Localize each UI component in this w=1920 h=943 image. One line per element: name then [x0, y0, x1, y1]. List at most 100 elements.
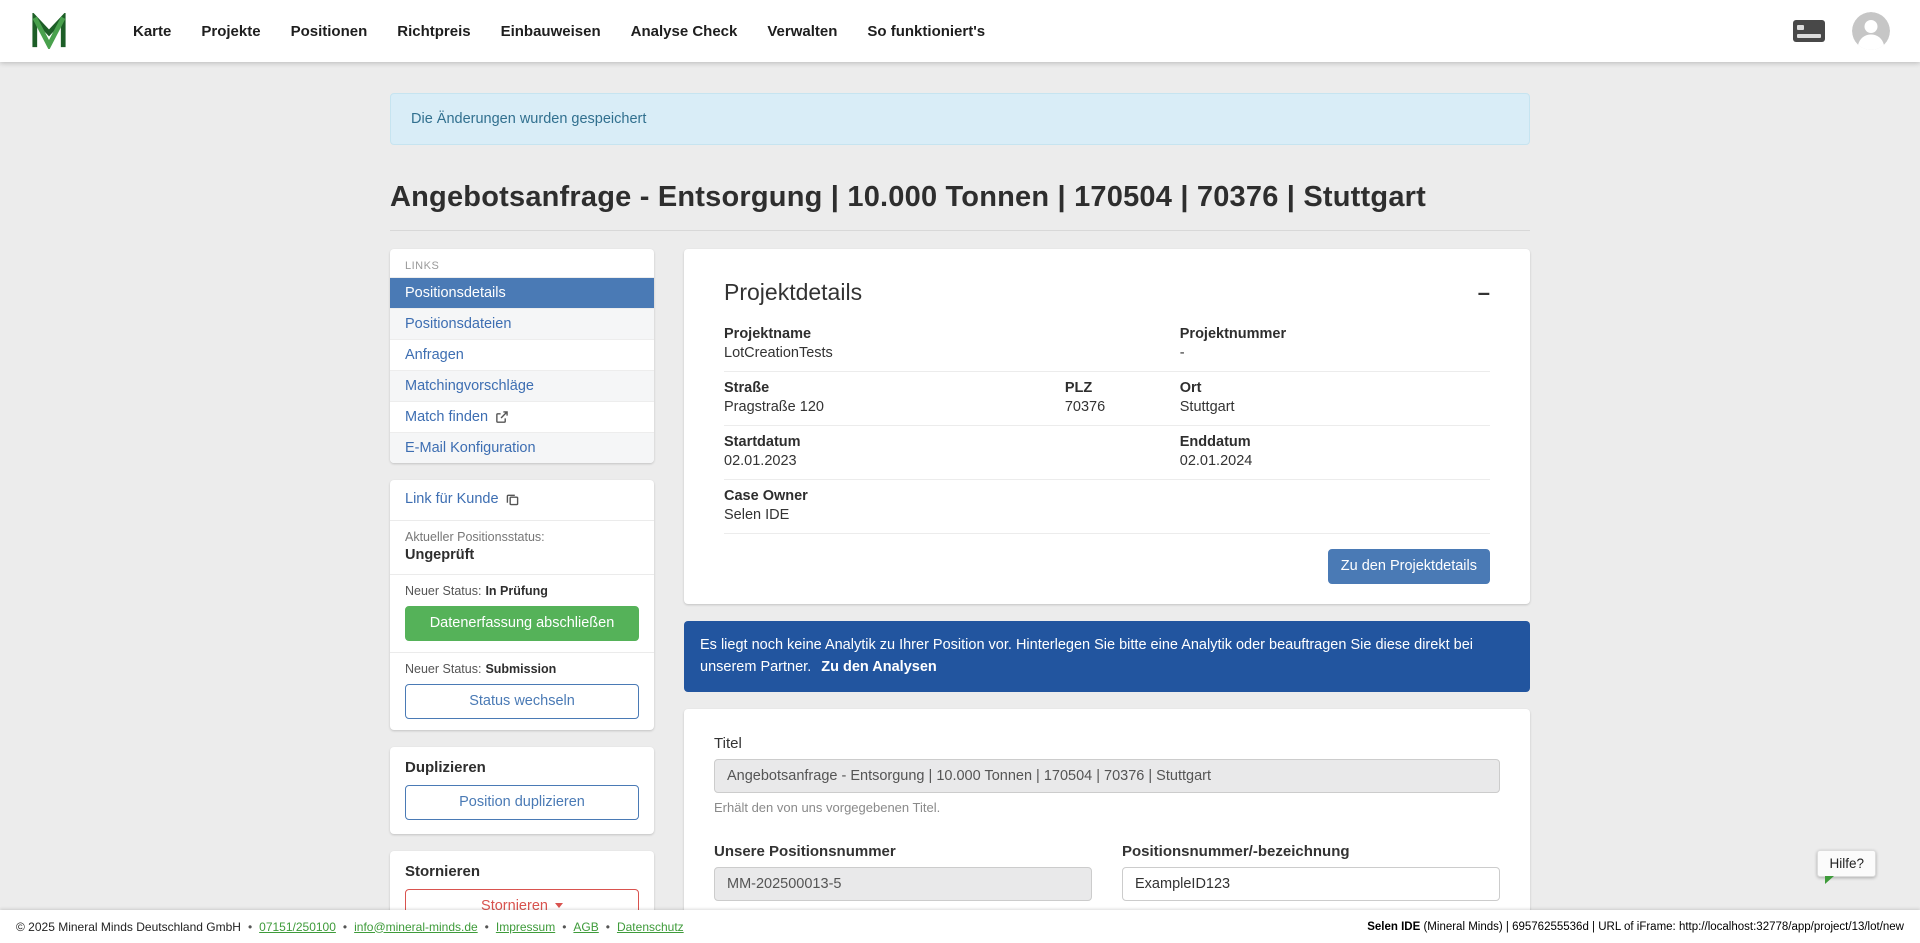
nav-item-verwalten[interactable]: Verwalten: [752, 14, 852, 49]
project-row: Projektname LotCreationTests Projektnumm…: [724, 318, 1490, 372]
footer-link-agb[interactable]: AGB: [573, 920, 598, 934]
sidebar-item-matchingvorschlaege[interactable]: Matchingvorschläge: [390, 370, 654, 401]
copy-icon: [506, 493, 519, 506]
next-status-label: Neuer Status:: [405, 584, 481, 598]
customer-link-section: Link für Kunde: [390, 480, 654, 520]
field-label: Projektname: [724, 326, 1180, 342]
nav-item-karte[interactable]: Karte: [118, 14, 186, 49]
footer-link-datenschutz[interactable]: Datenschutz: [617, 920, 684, 934]
project-field-start: Startdatum 02.01.2023: [724, 434, 1180, 469]
help-button-label: Hilfe?: [1829, 856, 1864, 871]
footer-session-info: Selen IDE (Mineral Minds) | 69576255536d…: [1367, 921, 1904, 933]
field-label: Ort: [1180, 380, 1490, 396]
field-value: 70376: [1065, 399, 1180, 415]
project-details-button[interactable]: Zu den Projektdetails: [1328, 549, 1490, 584]
nav-item-so-funktionierts[interactable]: So funktioniert's: [852, 14, 1000, 49]
field-label: Projektnummer: [1180, 326, 1490, 342]
mineral-minds-logo-icon[interactable]: [30, 13, 68, 49]
collapse-icon[interactable]: –: [1478, 282, 1490, 304]
title-field-help: Erhält den von uns vorgegebenen Titel.: [714, 800, 1500, 815]
help-bubble-tail-icon: [1825, 876, 1834, 884]
card-reader-icon[interactable]: [1792, 19, 1826, 43]
alert-message: Die Änderungen wurden gespeichert: [411, 111, 646, 127]
next-status-1-section: Neuer Status:In Prüfung Datenerfassung a…: [390, 574, 654, 652]
project-details-title: Projektdetails: [724, 279, 862, 306]
copyright-text: © 2025 Mineral Minds Deutschland GmbH: [16, 920, 241, 934]
project-field-plz: PLZ 70376: [1065, 380, 1180, 415]
switch-status-button[interactable]: Status wechseln: [405, 684, 639, 719]
separator-dot: •: [562, 920, 566, 934]
footer-user: Selen IDE: [1367, 921, 1420, 933]
cancel-title: Stornieren: [405, 863, 639, 880]
links-header: LINKS: [390, 249, 654, 277]
next-status-1-line: Neuer Status:In Prüfung: [405, 584, 639, 598]
field-value: Pragstraße 120: [724, 399, 1065, 415]
footer-link-email[interactable]: info@mineral-minds.de: [354, 920, 478, 934]
status-card: Link für Kunde Aktueller Positionsstatus…: [390, 480, 654, 730]
field-label: Startdatum: [724, 434, 1180, 450]
top-navbar: Karte Projekte Positionen Richtpreis Ein…: [0, 0, 1920, 62]
project-field-name: Projektname LotCreationTests: [724, 326, 1180, 361]
title-field: [714, 759, 1500, 793]
sidebar-item-positionsdetails[interactable]: Positionsdetails: [390, 277, 654, 308]
field-label: Case Owner: [724, 488, 808, 504]
main-column: Projektdetails – Projektname LotCreation…: [684, 249, 1530, 910]
field-value: Stuttgart: [1180, 399, 1490, 415]
project-row: Startdatum 02.01.2023 Enddatum 02.01.202…: [724, 426, 1490, 480]
field-value: Selen IDE: [724, 507, 808, 523]
duplicate-title: Duplizieren: [405, 759, 639, 776]
next-status-label: Neuer Status:: [405, 662, 481, 676]
position-number-field[interactable]: [1122, 867, 1500, 901]
sidebar-item-label: Positionsdetails: [405, 285, 506, 301]
project-field-number: Projektnummer -: [1180, 326, 1490, 361]
nav-item-positionen[interactable]: Positionen: [276, 14, 383, 49]
external-link-icon: [495, 411, 508, 424]
duplicate-card: Duplizieren Position duplizieren: [390, 747, 654, 834]
footer-link-impressum[interactable]: Impressum: [496, 920, 555, 934]
cancel-card: Stornieren Stornieren: [390, 851, 654, 910]
position-number-column: Positionsnummer/-bezeichnung Z.B. Intern…: [1122, 843, 1500, 910]
separator-dot: •: [248, 920, 252, 934]
page-title: Angebotsanfrage - Entsorgung | 10.000 To…: [390, 181, 1530, 214]
field-value: 02.01.2024: [1180, 453, 1490, 469]
help-button[interactable]: Hilfe?: [1817, 850, 1876, 877]
analytics-link[interactable]: Zu den Analysen: [821, 659, 936, 675]
project-field-owner: Case Owner Selen IDE: [724, 488, 808, 523]
footer-link-phone[interactable]: 07151/250100: [259, 920, 336, 934]
analytics-banner: Es liegt noch keine Analytik zu Ihrer Po…: [684, 621, 1530, 693]
sidebar-item-match-finden[interactable]: Match finden: [390, 401, 654, 432]
sidebar-links-card: LINKS Positionsdetails Positionsdateien …: [390, 249, 654, 463]
current-status-section: Aktueller Positionsstatus: Ungeprüft: [390, 520, 654, 574]
success-alert: Die Änderungen wurden gespeichert: [390, 93, 1530, 145]
field-label: Enddatum: [1180, 434, 1490, 450]
nav-item-einbauweisen[interactable]: Einbauweisen: [486, 14, 616, 49]
analytics-message: Es liegt noch keine Analytik zu Ihrer Po…: [700, 637, 1473, 675]
field-value: 02.01.2023: [724, 453, 1180, 469]
next-status-value: Submission: [485, 662, 556, 676]
caret-down-icon: [555, 903, 563, 908]
sidebar-item-label: Matchingvorschläge: [405, 378, 534, 394]
sidebar-item-positionsdateien[interactable]: Positionsdateien: [390, 308, 654, 339]
nav-item-richtpreis[interactable]: Richtpreis: [382, 14, 485, 49]
project-row: Case Owner Selen IDE: [724, 480, 1490, 534]
next-status-2-line: Neuer Status: Submission: [405, 662, 639, 676]
nav-item-projekte[interactable]: Projekte: [186, 14, 275, 49]
field-label: Straße: [724, 380, 1065, 396]
our-number-label: Unsere Positionsnummer: [714, 843, 1092, 860]
current-status-label: Aktueller Positionsstatus:: [405, 530, 639, 544]
customer-link[interactable]: Link für Kunde: [405, 489, 519, 509]
main-area: Die Änderungen wurden gespeichert Angebo…: [0, 62, 1920, 910]
project-field-street: Straße Pragstraße 120: [724, 380, 1065, 415]
duplicate-position-button[interactable]: Position duplizieren: [405, 785, 639, 820]
sidebar-item-email-konfiguration[interactable]: E-Mail Konfiguration: [390, 432, 654, 463]
customer-link-label: Link für Kunde: [405, 491, 499, 507]
nav-item-analyse-check[interactable]: Analyse Check: [616, 14, 753, 49]
complete-data-entry-button[interactable]: Datenerfassung abschließen: [405, 606, 639, 641]
footer: © 2025 Mineral Minds Deutschland GmbH • …: [0, 910, 1920, 943]
field-value: -: [1180, 345, 1490, 361]
sidebar-link-list: Positionsdetails Positionsdateien Anfrag…: [390, 277, 654, 463]
sidebar-item-anfragen[interactable]: Anfragen: [390, 339, 654, 370]
user-avatar[interactable]: [1852, 12, 1890, 50]
cancel-dropdown-button[interactable]: Stornieren: [405, 889, 639, 910]
main-nav: Karte Projekte Positionen Richtpreis Ein…: [118, 14, 1000, 49]
